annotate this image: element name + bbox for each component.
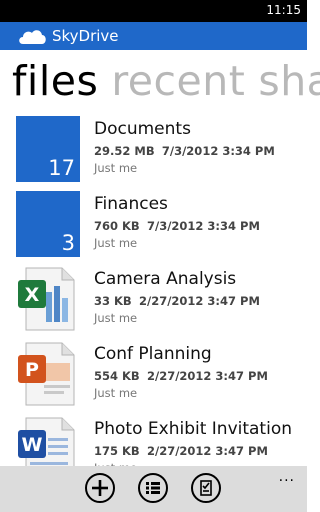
svg-text:X: X xyxy=(25,284,40,306)
pivot-tab-recent[interactable]: recent xyxy=(111,57,245,105)
folder-tile: 17 xyxy=(16,116,80,182)
status-time: 11:15 xyxy=(266,3,301,17)
list-view-button[interactable] xyxy=(138,473,168,503)
item-meta: 175 KB 2/27/2012 3:47 PM xyxy=(94,444,268,458)
item-size: 29.52 MB xyxy=(94,144,155,158)
powerpoint-file-icon: P xyxy=(18,342,75,406)
svg-text:P: P xyxy=(25,359,39,381)
item-meta: 554 KB 2/27/2012 3:47 PM xyxy=(94,369,268,383)
folder-item-count: 3 xyxy=(61,231,75,255)
app-title: SkyDrive xyxy=(52,27,119,45)
more-options-icon[interactable]: ... xyxy=(279,469,295,485)
item-sharing: Just me xyxy=(94,161,138,175)
cloud-icon xyxy=(19,30,46,44)
item-name: Conf Planning xyxy=(94,344,212,364)
item-name: Photo Exhibit Invitation xyxy=(94,419,292,439)
select-button[interactable] xyxy=(191,473,221,503)
item-date: 7/3/2012 3:34 PM xyxy=(161,144,275,158)
pivot-header: files recent sha xyxy=(12,56,320,106)
item-date: 2/27/2012 3:47 PM xyxy=(147,369,268,383)
item-sharing: Just me xyxy=(94,386,138,400)
pivot-tab-shared[interactable]: sha xyxy=(258,57,320,105)
folder-tile: 3 xyxy=(16,191,80,257)
excel-file-icon: X xyxy=(18,267,75,331)
pivot-tab-files[interactable]: files xyxy=(12,57,98,105)
item-meta: 33 KB 2/27/2012 3:47 PM xyxy=(94,294,260,308)
item-sharing: Just me xyxy=(94,311,138,325)
item-date: 7/3/2012 3:34 PM xyxy=(147,219,260,233)
item-name: Documents xyxy=(94,119,191,139)
list-item-finances[interactable]: 3 Finances 760 KB 7/3/2012 3:34 PM Just … xyxy=(0,191,307,261)
item-size: 760 KB xyxy=(94,219,140,233)
list-item-documents[interactable]: 17 Documents 29.52 MB 7/3/2012 3:34 PM J… xyxy=(0,116,307,186)
item-size: 175 KB xyxy=(94,444,140,458)
app-header: SkyDrive xyxy=(0,22,307,50)
item-size: 554 KB xyxy=(94,369,140,383)
app-bar: ... xyxy=(0,466,307,512)
item-meta: 760 KB 7/3/2012 3:34 PM xyxy=(94,219,260,233)
add-icon xyxy=(92,480,108,496)
item-size: 33 KB xyxy=(94,294,132,308)
folder-item-count: 17 xyxy=(48,156,75,180)
item-sharing: Just me xyxy=(94,236,138,250)
item-meta: 29.52 MB 7/3/2012 3:34 PM xyxy=(94,144,275,158)
item-date: 2/27/2012 3:47 PM xyxy=(147,444,268,458)
select-icon xyxy=(200,480,212,496)
item-name: Finances xyxy=(94,194,168,214)
svg-text:W: W xyxy=(22,434,43,456)
status-bar: 11:15 xyxy=(0,0,307,22)
item-name: Camera Analysis xyxy=(94,269,237,289)
add-button[interactable] xyxy=(85,473,115,503)
list-view-icon xyxy=(146,482,160,494)
list-item-camera-analysis[interactable]: X Camera Analysis 33 KB 2/27/2012 3:47 P… xyxy=(0,266,307,336)
item-date: 2/27/2012 3:47 PM xyxy=(139,294,260,308)
list-item-conf-planning[interactable]: P Conf Planning 554 KB 2/27/2012 3:47 PM… xyxy=(0,341,307,411)
